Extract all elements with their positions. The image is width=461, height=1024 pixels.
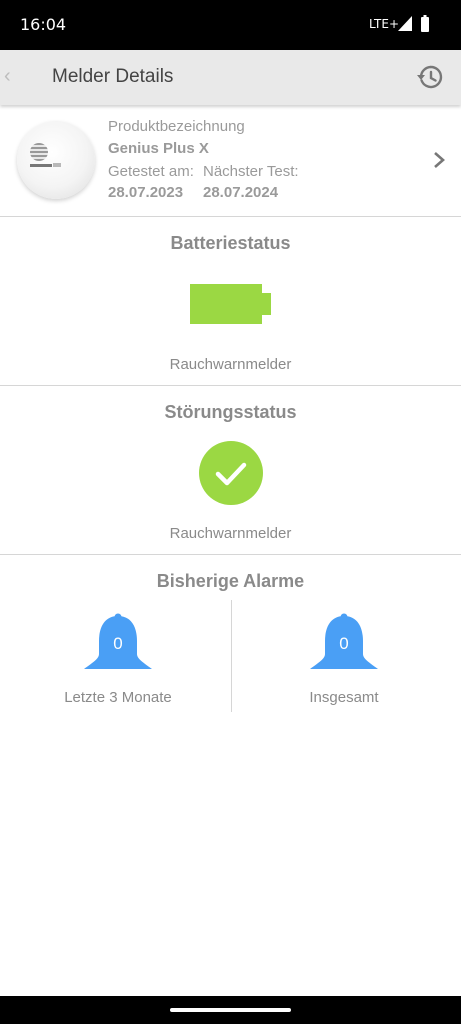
divider xyxy=(0,385,461,386)
battery-status-icon xyxy=(421,15,429,32)
signal-icon xyxy=(398,16,412,31)
product-name: Genius Plus X xyxy=(108,140,209,157)
status-time: 16:04 xyxy=(20,15,67,34)
next-test-label: Nächster Test: xyxy=(203,163,299,180)
bell-icon: 0 xyxy=(309,613,379,673)
alarm-count-total: 0 xyxy=(339,634,349,653)
divider xyxy=(0,554,461,555)
bell-icon: 0 xyxy=(83,613,153,673)
battery-level-icon xyxy=(190,284,262,324)
product-label: Produktbezeichnung xyxy=(108,118,245,135)
alarm-count-3-months: 0 xyxy=(113,634,123,653)
tested-date: 28.07.2023 xyxy=(108,184,184,201)
navigation-bar xyxy=(0,996,461,1024)
fault-device-label: Rauchwarnmelder xyxy=(169,525,292,542)
alarm-label-3-months: Letzte 3 Monate xyxy=(64,689,172,706)
checkmark-icon xyxy=(215,462,247,486)
battery-device-label: Rauchwarnmelder xyxy=(169,356,292,373)
network-type: LTE+ xyxy=(369,17,399,31)
tested-label: Getestet am: xyxy=(108,163,194,180)
smoke-detector-image xyxy=(17,121,95,199)
battery-tip xyxy=(262,293,271,315)
status-bar: 16:04 LTE+ xyxy=(0,0,461,50)
alarm-label-total: Insgesamt xyxy=(309,689,379,706)
chevron-right-icon[interactable] xyxy=(432,150,446,170)
alarms-title: Bisherige Alarme xyxy=(156,571,305,591)
history-icon[interactable] xyxy=(416,63,444,91)
detector-logo-mark xyxy=(30,164,52,167)
back-button[interactable]: ‹ xyxy=(4,65,11,88)
fault-status-title: Störungsstatus xyxy=(164,402,297,422)
product-card[interactable]: Produktbezeichnung Genius Plus X Geteste… xyxy=(0,106,461,217)
page-title: Melder Details xyxy=(52,66,174,87)
app-bar: ‹ Melder Details xyxy=(0,50,461,105)
home-gesture-handle[interactable] xyxy=(170,1008,291,1012)
next-test-date: 28.07.2024 xyxy=(203,184,279,201)
detector-grille xyxy=(30,143,48,161)
battery-status-title: Batteriestatus xyxy=(170,233,291,253)
detector-logo-mark-2 xyxy=(53,163,61,167)
ok-status-icon xyxy=(199,441,263,505)
